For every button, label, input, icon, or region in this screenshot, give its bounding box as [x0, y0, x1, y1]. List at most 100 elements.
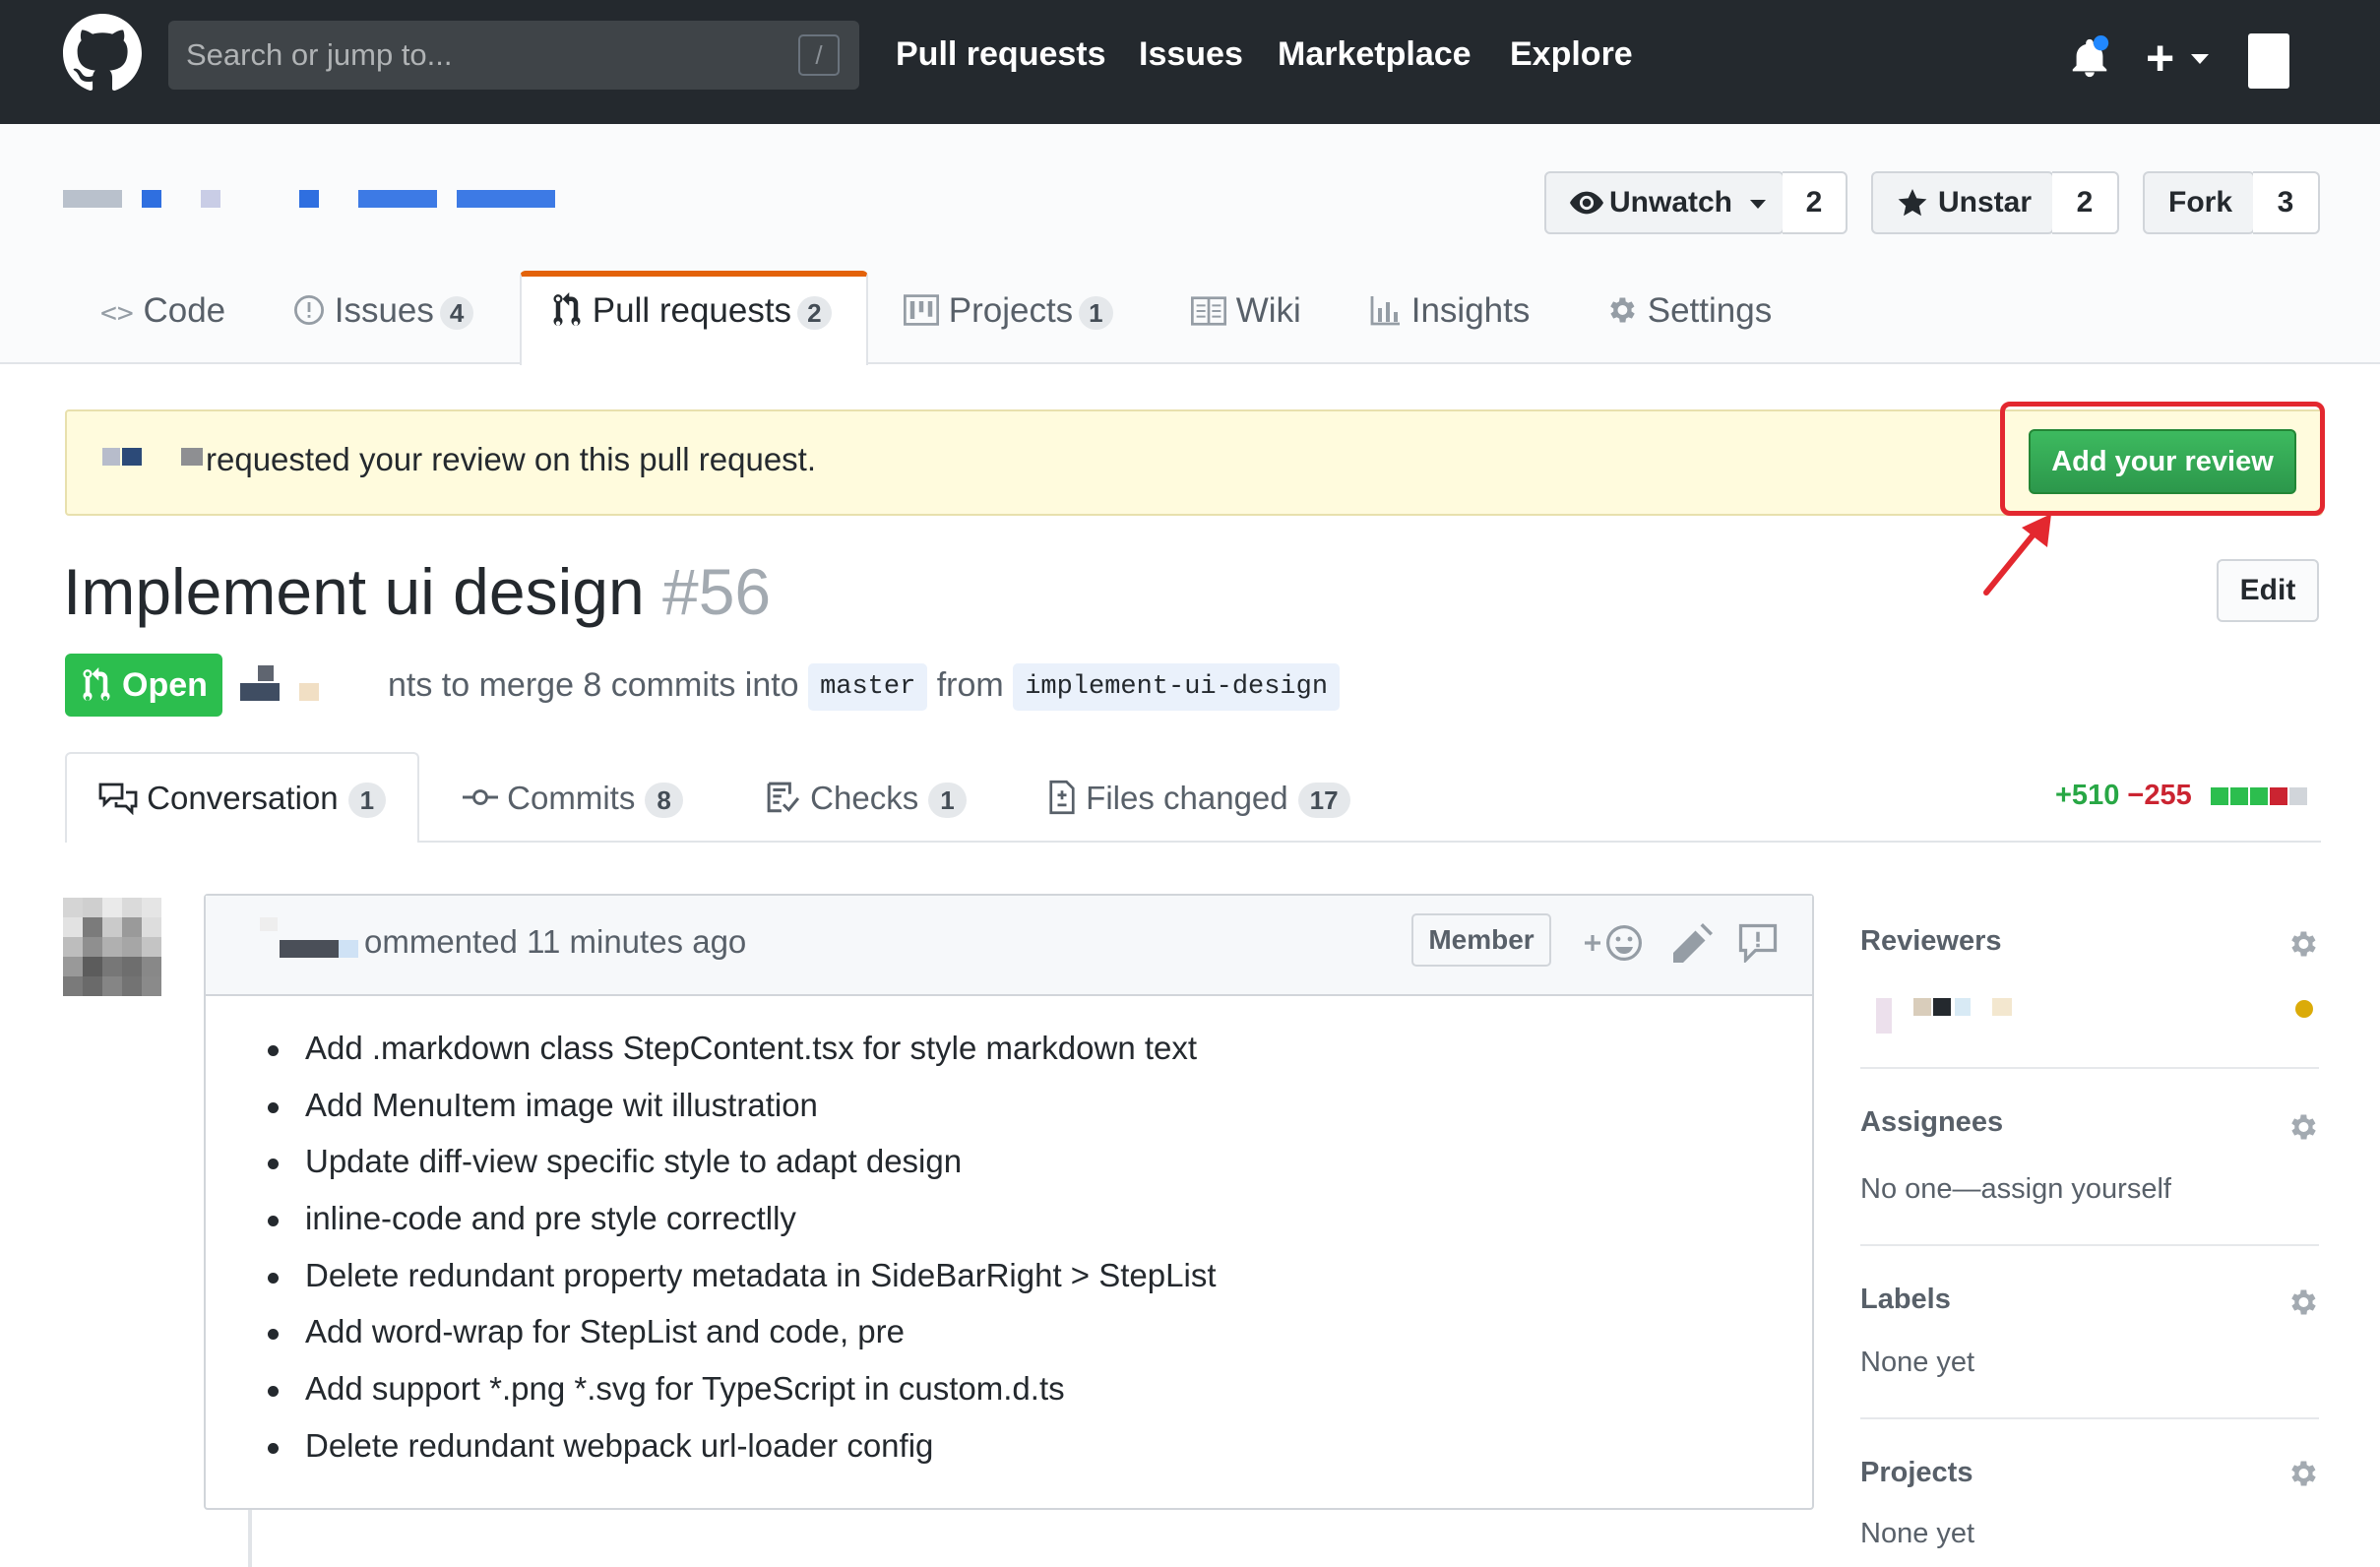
nav-issues[interactable]: Issues [1139, 35, 1243, 74]
checklist-icon [767, 782, 800, 813]
issues-count: 4 [439, 296, 474, 330]
tab-conversation[interactable]: Conversation 1 [98, 780, 387, 818]
list-item: Delete redundant property metadata in Si… [264, 1257, 1216, 1314]
search-input[interactable] [186, 21, 777, 90]
merge-info-text: nts to merge 8 commits into [388, 665, 799, 704]
tab-conversation-label: Conversation [147, 780, 339, 816]
notifications-bell-icon[interactable] [2067, 35, 2112, 81]
tab-projects-label: Projects [948, 291, 1074, 330]
book-icon [1191, 296, 1227, 326]
create-new-icon[interactable]: + [2146, 30, 2174, 87]
gear-icon [1610, 297, 1635, 323]
additions-count: +510 [2055, 780, 2120, 811]
project-icon [904, 294, 940, 326]
pr-title-text: Implement ui design [63, 555, 645, 628]
watchers-count[interactable]: 2 [1783, 171, 1848, 234]
labels-heading[interactable]: Labels [1860, 1284, 1951, 1316]
deletions-count: −255 [2127, 780, 2192, 811]
stargazers-count[interactable]: 2 [2052, 171, 2119, 234]
comment-meta: ommented 11 minutes ago [364, 923, 747, 960]
unstar-label: Unstar [1938, 186, 2033, 219]
tab-code[interactable]: <> Code [100, 291, 225, 331]
chevron-down-icon [1750, 199, 1767, 209]
from-word: from [936, 665, 1004, 704]
diffstat-block [2289, 787, 2307, 805]
user-avatar[interactable] [2248, 33, 2289, 89]
list-item: Add .markdown class StepContent.tsx for … [264, 1030, 1216, 1087]
tab-commits[interactable]: Commits 8 [463, 780, 683, 818]
nav-explore[interactable]: Explore [1510, 35, 1633, 74]
edit-title-button[interactable]: Edit [2217, 559, 2319, 622]
red-arrow-icon [1983, 514, 2051, 595]
conversation-count: 1 [347, 783, 387, 818]
commenter-avatar[interactable] [63, 898, 161, 996]
star-icon [1898, 189, 1927, 217]
tab-issues[interactable]: Issues 4 [293, 291, 474, 331]
pr-title: Implement ui design #56 [63, 554, 771, 629]
base-branch[interactable]: master [808, 663, 928, 711]
add-reaction-icon[interactable] [1581, 923, 1644, 963]
tab-checks-label: Checks [810, 780, 919, 816]
pr-number: #56 [662, 555, 772, 628]
projects-heading[interactable]: Projects [1860, 1457, 1973, 1489]
tab-projects[interactable]: Projects 1 [904, 291, 1113, 331]
diffstat-block [2230, 787, 2248, 805]
tab-wiki-label: Wiki [1235, 291, 1301, 330]
labels-gear-icon[interactable] [2286, 1285, 2319, 1319]
unwatch-button[interactable]: Unwatch [1544, 171, 1785, 234]
reviewers-gear-icon[interactable] [2286, 927, 2319, 961]
files-changed-count: 17 [1297, 783, 1350, 818]
tab-settings-label: Settings [1647, 291, 1773, 330]
git-commit-icon [463, 789, 498, 805]
review-request-text: requested your review on this pull reque… [206, 441, 817, 477]
tab-checks[interactable]: Checks 1 [766, 780, 967, 818]
graph-icon [1370, 296, 1400, 326]
projects-gear-icon[interactable] [2286, 1457, 2319, 1490]
tab-insights-label: Insights [1410, 291, 1531, 330]
pencil-icon[interactable] [1673, 923, 1713, 963]
assignees-heading[interactable]: Assignees [1860, 1106, 2003, 1139]
tab-issues-label: Issues [334, 291, 434, 330]
add-your-review-button[interactable]: Add your review [2029, 429, 2296, 494]
git-pull-request-icon [83, 667, 110, 701]
list-item: Add support *.png *.svg for TypeScript i… [264, 1370, 1216, 1427]
labels-value: None yet [1860, 1347, 1975, 1378]
unstar-button[interactable]: Unstar [1871, 171, 2054, 234]
projects-count: 1 [1079, 296, 1113, 330]
tab-commits-label: Commits [507, 780, 636, 816]
create-new-caret-icon[interactable] [2191, 54, 2209, 64]
list-item: Add word-wrap for StepList and code, pre [264, 1313, 1216, 1370]
forks-count[interactable]: 3 [2253, 171, 2320, 234]
github-logo-icon[interactable] [63, 14, 142, 93]
diffstat-block [2270, 787, 2287, 805]
tab-pull-requests[interactable]: Pull requests 2 [551, 291, 832, 331]
comment-discussion-icon [98, 783, 138, 816]
list-item: inline-code and pre style correctlly [264, 1200, 1216, 1257]
review-pending-dot-icon [2295, 1000, 2313, 1018]
search-box[interactable]: / [168, 21, 859, 90]
tab-wiki[interactable]: Wiki [1191, 291, 1301, 331]
sidebar-divider [1860, 1067, 2319, 1069]
tab-insights[interactable]: Insights [1370, 291, 1530, 331]
diffstat-block [2211, 787, 2228, 805]
pull-requests-count: 2 [797, 296, 832, 330]
tab-code-label: Code [143, 291, 226, 330]
commits-count: 8 [645, 783, 683, 818]
code-icon: <> [100, 296, 134, 329]
nav-pull-requests[interactable]: Pull requests [896, 35, 1106, 74]
pr-state-badge: Open [65, 654, 222, 717]
reviewers-heading[interactable]: Reviewers [1860, 925, 2002, 958]
sidebar-divider [1860, 1244, 2319, 1246]
assignees-value[interactable]: No one—assign yourself [1860, 1173, 2171, 1206]
nav-marketplace[interactable]: Marketplace [1278, 35, 1472, 74]
tab-settings[interactable]: Settings [1604, 291, 1772, 331]
report-icon[interactable] [1738, 923, 1778, 963]
tab-files-changed-label: Files changed [1086, 780, 1288, 816]
assignees-gear-icon[interactable] [2286, 1110, 2319, 1144]
git-pull-request-icon [553, 292, 581, 326]
fork-button[interactable]: Fork [2143, 171, 2255, 234]
tab-files-changed[interactable]: Files changed 17 [1047, 780, 1350, 818]
diff-stat[interactable]: +510 −255 [2055, 780, 2192, 812]
tab-pull-requests-label: Pull requests [592, 291, 792, 330]
head-branch[interactable]: implement-ui-design [1013, 663, 1341, 711]
